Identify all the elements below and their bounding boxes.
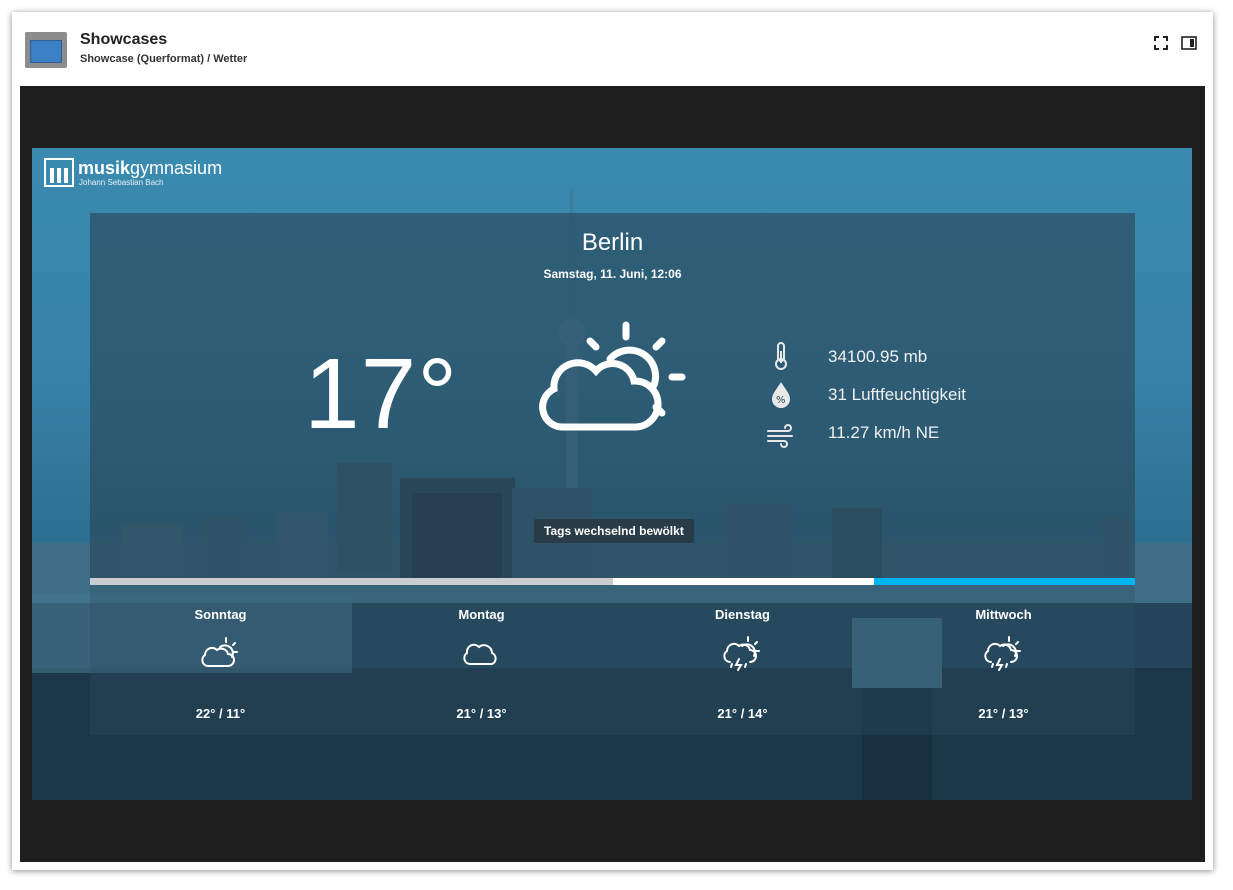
forecast-temp-range: 22° / 11° (195, 706, 246, 721)
weather-display: musikgymnasium Johann Sebastian Bach Ber… (32, 148, 1192, 800)
breadcrumb[interactable]: Showcase (Querformat) / Wetter (80, 53, 247, 65)
thunderstorm-icon (984, 636, 1021, 671)
fullscreen-icon[interactable] (1152, 34, 1170, 52)
forecast-day-name: Mittwoch (975, 607, 1032, 622)
partly-cloudy-icon (201, 637, 238, 667)
forecast-day: Mittwoch 21° / 13° (873, 585, 1134, 735)
current-temperature: 17° (304, 338, 459, 450)
humidity-value: 31 Luftfeuchtigkeit (828, 385, 966, 404)
forecast-temp-range: 21° / 14° (717, 706, 768, 721)
progress-segment (90, 578, 613, 585)
rotation-progress-bar (90, 578, 1135, 585)
current-datetime: Samstag, 11. Juni, 12:06 (543, 267, 682, 281)
forecast-day-name: Sonntag (194, 607, 247, 622)
progress-segment (613, 578, 874, 585)
logo-mark-icon (44, 158, 74, 187)
forecast-strip: Sonntag 22° / 11° Montag 21° / 13° Diens… (90, 585, 1135, 735)
pressure-value: 34100.95 mb (828, 347, 928, 366)
humidity-icon: % (772, 382, 790, 408)
city-name: Berlin (581, 229, 644, 256)
logo-name: musikgymnasium (78, 158, 223, 178)
forecast-day-name: Dienstag (715, 607, 770, 622)
forecast-day: Sonntag 22° / 11° (90, 585, 351, 735)
thermometer-icon (775, 342, 787, 370)
forecast-day: Montag 21° / 13° (351, 585, 612, 735)
side-panel-icon[interactable] (1180, 34, 1198, 52)
showcase-stage: musikgymnasium Johann Sebastian Bach Ber… (20, 86, 1205, 862)
progress-segment (874, 578, 1135, 585)
thunderstorm-icon (723, 636, 760, 671)
current-weather-panel: Berlin Samstag, 11. Juni, 12:06 17° 3410… (90, 213, 1135, 578)
forecast-day: Dienstag 21° / 14° (612, 585, 873, 735)
wind-value: 11.27 km/h NE (828, 423, 940, 442)
forecast-day-name: Montag (458, 607, 505, 622)
logo-subtitle: Johann Sebastian Bach (79, 178, 164, 187)
cloudy-icon (463, 643, 497, 665)
forecast-temp-range: 21° / 13° (978, 706, 1029, 721)
forecast-temp-range: 21° / 13° (456, 706, 507, 721)
partly-cloudy-icon (539, 321, 686, 431)
showcase-window: Showcases Showcase (Querformat) / Wetter (12, 12, 1213, 870)
page-title: Showcases (80, 31, 168, 48)
showcase-app-icon (25, 32, 67, 68)
svg-text:%: % (776, 395, 786, 406)
wind-icon (767, 424, 793, 448)
condition-label: Tags wechselnd bewölkt (534, 519, 694, 543)
